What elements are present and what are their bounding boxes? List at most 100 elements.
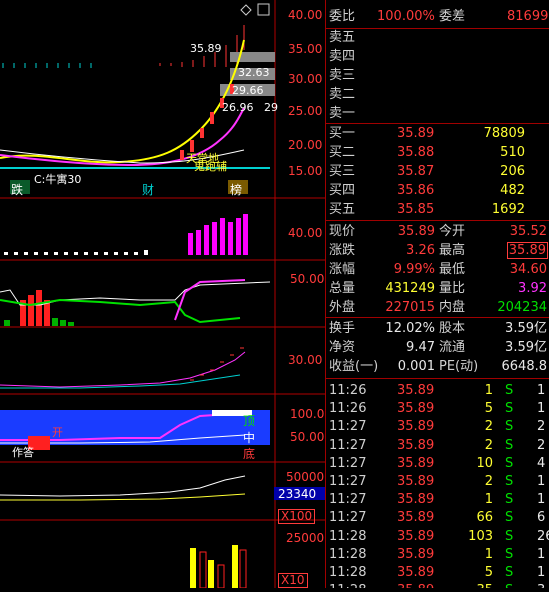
tick-price: 35.89	[397, 510, 435, 526]
axis-label: 15.00	[288, 164, 323, 178]
tick-side: S	[505, 510, 514, 526]
tick-row[interactable]: 11:28 35.89 103 S 26	[325, 527, 549, 546]
fund-row: 净资 9.47 流通 3.59亿	[325, 338, 549, 357]
buy-row[interactable]: 买一 35.89 78809	[325, 124, 549, 143]
quote-label: 最高	[439, 243, 466, 258]
tick-row[interactable]: 11:27 35.89 2 S 1	[325, 472, 549, 491]
tick-row[interactable]: 11:26 35.89 5 S 1	[325, 399, 549, 418]
fund-value: 0.001	[397, 359, 435, 374]
tick-count: 26	[537, 528, 549, 544]
tick-count: 1	[537, 492, 546, 508]
buy-price: 35.89	[397, 126, 435, 141]
tick-volume: 10	[476, 455, 493, 471]
tick-time: 11:28	[329, 581, 366, 588]
event-marker[interactable]: 跌	[11, 181, 23, 198]
quote-label: 量比	[439, 281, 466, 296]
stock-chart-area[interactable]: 40.00 35.00 30.00 25.00 20.00 15.00 35.8…	[0, 0, 325, 589]
tick-row[interactable]: 11:28 35.89 35 S 3	[325, 581, 549, 588]
band-label: 底	[243, 447, 256, 461]
inner-volume: 204234	[497, 300, 547, 315]
tick-time: 11:26	[329, 401, 367, 417]
sell-row[interactable]: 卖四	[325, 47, 549, 66]
fund-label: 流通	[439, 340, 466, 355]
tick-side: S	[505, 528, 514, 544]
tick-row[interactable]: 11:27 35.89 10 S 4	[325, 454, 549, 473]
scale-label[interactable]: X100	[278, 509, 316, 524]
quote-panel: 委比 100.00% 委差 81699 卖五 卖四 卖三 卖二 卖一 买一 35…	[325, 0, 549, 588]
volume-ratio: 3.92	[518, 281, 547, 296]
tick-side: S	[505, 419, 514, 435]
fund-value: 3.59亿	[505, 340, 547, 355]
tick-row[interactable]: 11:27 35.89 1 S 1	[325, 490, 549, 509]
outer-volume: 227015	[385, 300, 435, 315]
signal-label: 开	[52, 426, 63, 439]
tick-price: 35.89	[397, 546, 435, 562]
buy-level-label: 买五	[329, 202, 356, 217]
quote-row: 外盘 227015 内盘 204234	[325, 298, 549, 317]
tick-time: 11:27	[329, 437, 367, 453]
scale-label[interactable]: X10	[278, 573, 308, 588]
event-marker[interactable]: 财	[142, 181, 154, 198]
buy-row[interactable]: 买二 35.88 510	[325, 143, 549, 162]
tick-volume: 5	[484, 565, 493, 580]
change-pct: 9.99%	[393, 262, 435, 277]
tick-side: S	[505, 492, 514, 508]
sell-row[interactable]: 卖五	[325, 28, 549, 47]
tick-list[interactable]: 11:26 35.89 1 S 1 11:26 35.89 5 S 1 11:27 35.89 2 S 2 1…	[325, 381, 549, 588]
tick-price: 35.89	[397, 474, 435, 489]
axis-label: 50.00	[290, 430, 325, 444]
tick-row[interactable]: 11:27 35.89 2 S 2	[325, 417, 549, 436]
quote-label: 外盘	[329, 300, 356, 315]
tick-side: S	[505, 581, 513, 588]
tick-volume: 2	[484, 419, 493, 435]
quote-row: 总量 431249 量比 3.92	[325, 279, 549, 298]
window-toggle-icon	[257, 3, 270, 16]
axis-label: 100.0	[290, 407, 325, 421]
order-ratio-label: 委比	[329, 9, 356, 24]
sell-row[interactable]: 卖三	[325, 66, 549, 85]
buy-price: 35.85	[397, 202, 435, 217]
tick-row[interactable]: 11:27 35.89 2 S 2	[325, 436, 549, 455]
tick-count: 4	[537, 455, 546, 471]
sell-row[interactable]: 卖二	[325, 85, 549, 104]
fund-value: 3.59亿	[505, 321, 547, 336]
fund-row: 换手 12.02% 股本 3.59亿	[325, 319, 549, 338]
tick-count: 6	[537, 510, 546, 526]
chart-svg	[0, 0, 325, 589]
tick-price: 35.89	[397, 581, 434, 588]
tick-count: 3	[537, 581, 545, 588]
open-price: 35.52	[509, 224, 547, 239]
buy-row[interactable]: 买五 35.85 1692	[325, 200, 549, 219]
axis-label: 30.00	[288, 72, 323, 86]
tick-time: 11:28	[329, 546, 367, 562]
tick-time: 11:27	[329, 492, 367, 508]
tick-volume: 35	[476, 581, 493, 588]
tick-price: 35.89	[397, 401, 435, 417]
fund-label: 换手	[329, 321, 356, 336]
buy-volume: 206	[500, 164, 525, 179]
sell-level-label: 卖四	[329, 49, 356, 64]
tick-price: 35.89	[397, 419, 435, 435]
high-price: 35.89	[506, 242, 548, 259]
tick-row[interactable]: 11:28 35.89 1 S 1	[325, 545, 549, 564]
price-tag: 32.63	[238, 66, 270, 79]
buy-volume: 78809	[483, 126, 525, 141]
event-marker[interactable]: 榜	[230, 181, 242, 198]
price-tag: 29.66	[232, 84, 264, 97]
tick-row[interactable]: 11:28 35.89 5 S 1	[325, 563, 549, 582]
tick-volume: 1	[484, 383, 493, 398]
buy-row[interactable]: 买四 35.86 482	[325, 181, 549, 200]
fund-label: 股本	[439, 321, 466, 336]
tick-price: 35.89	[397, 455, 435, 471]
tick-row[interactable]: 11:26 35.89 1 S 1	[325, 381, 549, 400]
order-ratio-row: 委比 100.00% 委差 81699	[325, 7, 549, 26]
order-diff-value: 81699	[507, 9, 549, 24]
sell-row[interactable]: 卖一	[325, 104, 549, 123]
tick-row[interactable]: 11:27 35.89 66 S 6	[325, 508, 549, 527]
buy-volume: 1692	[491, 202, 525, 217]
tick-volume: 103	[468, 528, 493, 544]
buy-row[interactable]: 买三 35.87 206	[325, 162, 549, 181]
tick-time: 11:28	[329, 565, 367, 580]
tick-time: 11:28	[329, 528, 367, 544]
indicator-value: 23340	[278, 487, 317, 501]
